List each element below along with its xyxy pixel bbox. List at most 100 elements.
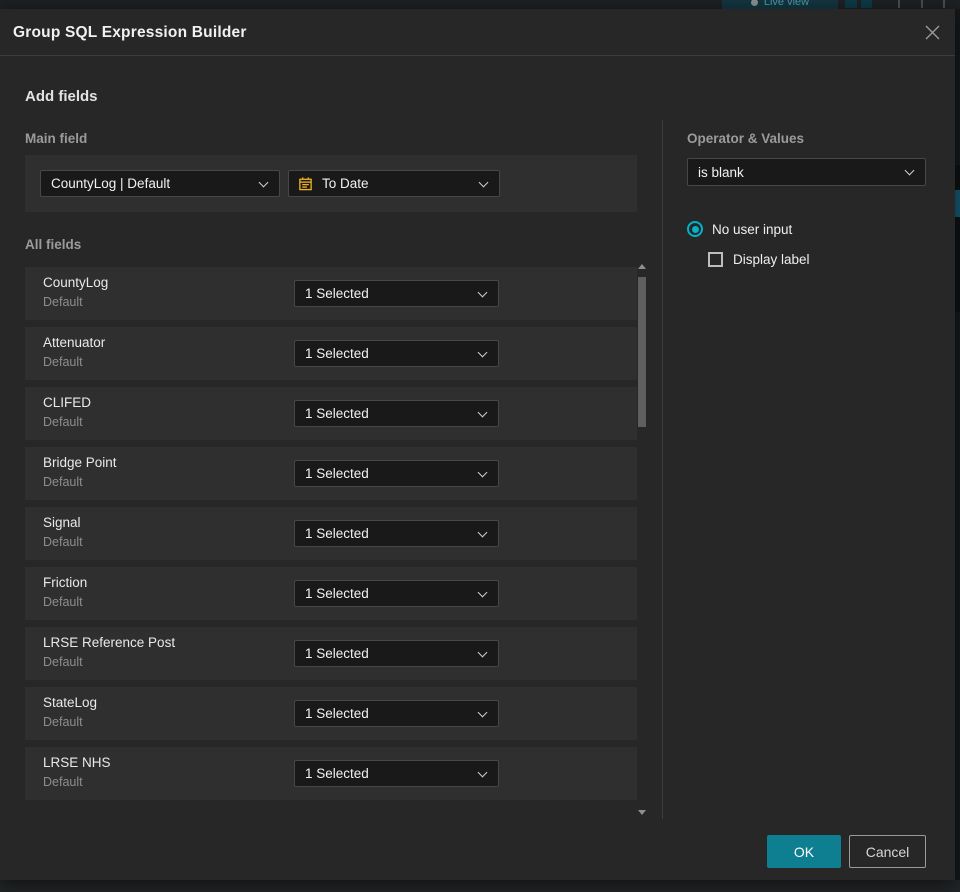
operator-dropdown[interactable]: is blank	[687, 158, 926, 186]
selection-dropdown-value: 1 Selected	[305, 766, 369, 781]
chevron-down-icon	[477, 467, 488, 477]
main-field-dropdown-value: CountyLog | Default	[51, 176, 171, 191]
scrollbar-thumb[interactable]	[638, 277, 646, 427]
field-name: CountyLog	[43, 275, 109, 290]
selection-dropdown-value: 1 Selected	[305, 586, 369, 601]
add-fields-heading: Add fields	[25, 88, 98, 105]
selection-dropdown-value: 1 Selected	[305, 286, 369, 301]
display-label-checkbox[interactable]: Display label	[708, 252, 810, 267]
close-icon	[925, 25, 939, 39]
selection-dropdown-value: 1 Selected	[305, 466, 369, 481]
field-row: StateLog Default 1 Selected	[25, 687, 637, 740]
selection-dropdown-value: 1 Selected	[305, 646, 369, 661]
chevron-down-icon	[477, 527, 488, 537]
field-name: CLIFED	[43, 395, 92, 410]
field-subtitle: Default	[43, 415, 83, 429]
field-selection-dropdown[interactable]: 1 Selected	[294, 520, 499, 547]
field-subtitle: Default	[43, 655, 83, 669]
field-name: Friction	[43, 575, 88, 590]
all-fields-list: CountyLog Default 1 Selected Attenuator …	[25, 267, 637, 807]
dialog-titlebar: Group SQL Expression Builder	[0, 9, 955, 56]
field-name: LRSE NHS	[43, 755, 111, 770]
toolbar-fragment	[845, 0, 857, 8]
field-subtitle: Default	[43, 355, 83, 369]
field-subtitle: Default	[43, 535, 83, 549]
field-type-dropdown-value: To Date	[322, 176, 369, 191]
field-selection-dropdown[interactable]: 1 Selected	[294, 460, 499, 487]
field-name: Attenuator	[43, 335, 106, 350]
selection-dropdown-value: 1 Selected	[305, 526, 369, 541]
toolbar-fragment	[943, 0, 945, 8]
field-row: Bridge Point Default 1 Selected	[25, 447, 637, 500]
field-subtitle: Default	[43, 775, 83, 789]
field-name: Bridge Point	[43, 455, 117, 470]
field-subtitle: Default	[43, 295, 83, 309]
field-subtitle: Default	[43, 475, 83, 489]
live-view-toggle[interactable]: Live view	[722, 0, 838, 9]
selection-dropdown-value: 1 Selected	[305, 406, 369, 421]
field-row: CLIFED Default 1 Selected	[25, 387, 637, 440]
field-row: CountyLog Default 1 Selected	[25, 267, 637, 320]
ok-button[interactable]: OK	[767, 835, 841, 868]
field-selection-dropdown[interactable]: 1 Selected	[294, 760, 499, 787]
background-app-right-edge	[955, 9, 960, 880]
operator-dropdown-value: is blank	[698, 164, 744, 180]
selection-dropdown-value: 1 Selected	[305, 706, 369, 721]
chevron-down-icon	[258, 177, 269, 187]
screen: Live view Group SQL Expression Builder A…	[0, 0, 960, 892]
field-type-dropdown[interactable]: To Date	[288, 170, 500, 197]
operator-values-label: Operator & Values	[687, 131, 805, 146]
panel-divider	[662, 120, 663, 819]
field-row: LRSE Reference Post Default 1 Selected	[25, 627, 637, 680]
field-selection-dropdown[interactable]: 1 Selected	[294, 580, 499, 607]
field-row: Attenuator Default 1 Selected	[25, 327, 637, 380]
field-row: LRSE NHS Default 1 Selected	[25, 747, 637, 800]
field-name: LRSE Reference Post	[43, 635, 176, 650]
chevron-down-icon	[478, 177, 489, 187]
field-subtitle: Default	[43, 715, 83, 729]
radio-icon	[687, 221, 703, 237]
cancel-button[interactable]: Cancel	[849, 835, 926, 868]
chevron-down-icon	[477, 347, 488, 357]
main-field-label: Main field	[25, 131, 88, 146]
toolbar-fragment	[921, 0, 923, 8]
close-button[interactable]	[917, 17, 947, 47]
field-selection-dropdown[interactable]: 1 Selected	[294, 700, 499, 727]
field-selection-dropdown[interactable]: 1 Selected	[294, 340, 499, 367]
field-name: StateLog	[43, 695, 98, 710]
main-field-box: CountyLog | Default To Date	[25, 155, 637, 212]
background-app-topbar: Live view	[0, 0, 960, 9]
fields-list-scrollbar[interactable]	[636, 262, 648, 815]
no-user-input-label: No user input	[712, 221, 793, 237]
chevron-down-icon	[477, 767, 488, 777]
live-view-dot-icon	[750, 0, 758, 6]
background-app-bottom-edge	[0, 880, 960, 892]
toolbar-fragment	[861, 0, 872, 8]
field-row: Friction Default 1 Selected	[25, 567, 637, 620]
field-subtitle: Default	[43, 595, 83, 609]
chevron-down-icon	[477, 647, 488, 657]
field-name: Signal	[43, 515, 81, 530]
chevron-down-icon	[477, 587, 488, 597]
field-selection-dropdown[interactable]: 1 Selected	[294, 280, 499, 307]
chevron-down-icon	[477, 707, 488, 717]
selection-dropdown-value: 1 Selected	[305, 346, 369, 361]
field-selection-dropdown[interactable]: 1 Selected	[294, 400, 499, 427]
live-view-label: Live view	[763, 0, 810, 8]
scroll-up-icon[interactable]	[638, 264, 646, 269]
field-selection-dropdown[interactable]: 1 Selected	[294, 640, 499, 667]
checkbox-icon	[708, 252, 723, 267]
all-fields-label: All fields	[25, 237, 82, 252]
calendar-icon	[289, 176, 313, 191]
chevron-down-icon	[477, 407, 488, 417]
scroll-down-icon[interactable]	[638, 810, 646, 815]
dialog-title: Group SQL Expression Builder	[13, 24, 247, 41]
group-sql-expression-builder-dialog: Group SQL Expression Builder Add fields …	[0, 9, 955, 880]
display-label-label: Display label	[733, 252, 810, 267]
chevron-down-icon	[477, 287, 488, 297]
toolbar-fragment	[898, 0, 900, 8]
field-row: Signal Default 1 Selected	[25, 507, 637, 560]
no-user-input-radio[interactable]: No user input	[687, 221, 792, 237]
main-field-dropdown[interactable]: CountyLog | Default	[40, 170, 280, 197]
chevron-down-icon	[904, 165, 915, 176]
